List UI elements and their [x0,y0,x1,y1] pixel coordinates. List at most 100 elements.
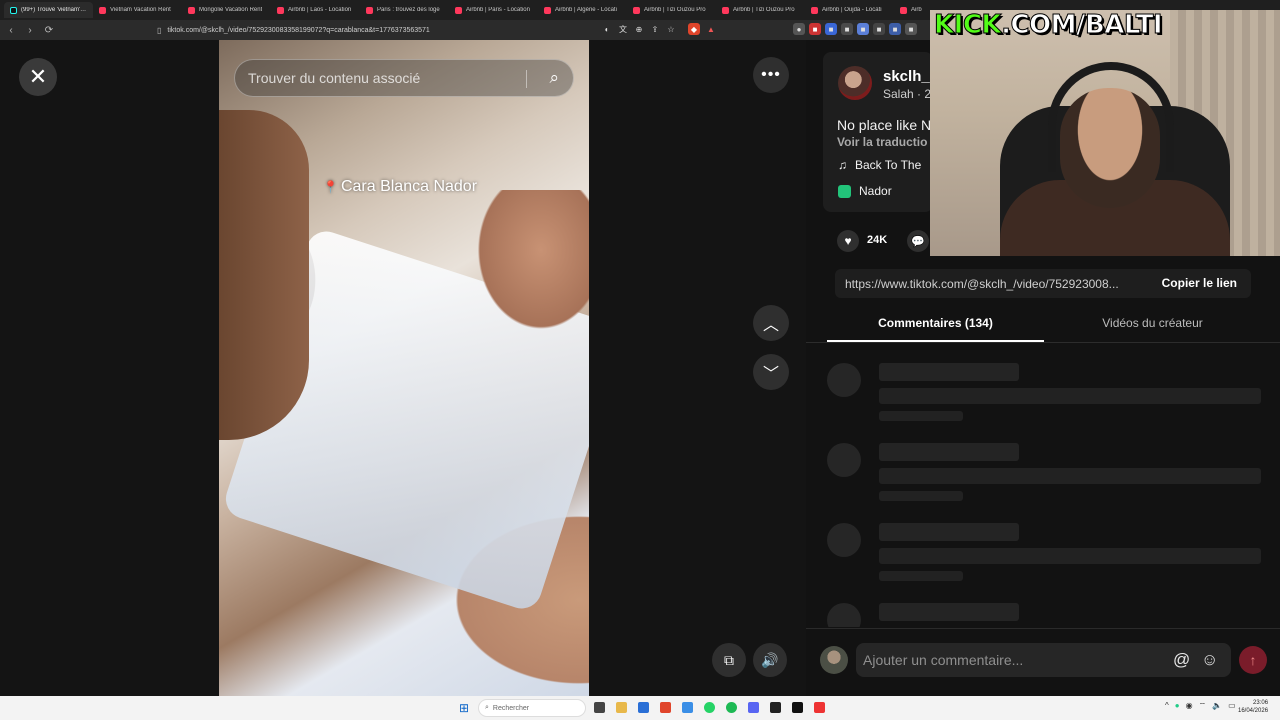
airbnb-icon [900,6,907,14]
copy-link-button[interactable]: Copier le lien [1162,276,1237,290]
app-icon[interactable] [682,702,693,713]
brave-shield-icon[interactable]: ◆ [688,23,700,35]
clock-date: 16/04/2026 [1238,708,1269,714]
related-search-input[interactable]: Trouver du contenu associé ⌕ [234,59,574,97]
skeleton-avatar [827,603,861,627]
system-tray[interactable]: ^ ● ◉ ⌔ 🔈 ▭ [1165,701,1236,711]
extension-icon[interactable]: ■ [889,23,901,35]
author-username[interactable]: skclh_ [883,68,930,85]
mention-icon[interactable]: @ [1173,650,1190,670]
picture-in-picture-icon[interactable]: ⧉ [712,643,746,677]
bookmark-icon[interactable]: ▯ [157,26,161,35]
taskbar-search[interactable]: ⌕ Rechercher [478,699,586,717]
volume-icon[interactable]: 🔊 [753,643,787,677]
kick-channel-watermark: KICK.COM/BALTI [933,10,1163,41]
browser-tab[interactable]: Airbnb | Oujda - Locati [805,2,894,18]
extension-icon[interactable]: ■ [841,23,853,35]
browser-tab-label: Airb [911,7,922,13]
browser-tab-label: Airbnb | Paris - Location [466,7,530,13]
tab-creator-videos[interactable]: Vidéos du créateur [1044,316,1261,330]
comment-icon[interactable]: 💬 [907,230,929,252]
skeleton-line [879,411,963,421]
tab-divider [806,342,1280,343]
windows-start-icon[interactable]: ⊞ [459,701,469,715]
music-note-icon: ♫ [838,158,847,172]
status-icon: ● [1174,701,1180,710]
airbnb-icon [544,6,551,14]
discord-icon[interactable] [748,702,759,713]
browser-tab[interactable]: Vietnam Vacation Rent [93,2,182,18]
more-options-icon[interactable]: ••• [753,57,789,93]
skeleton-line [879,571,963,581]
extension-icon[interactable]: ■ [825,23,837,35]
airbnb-icon [366,6,373,14]
comment-skeleton [827,443,1267,503]
search-icon[interactable]: ⌕ [549,68,559,88]
tab-comments[interactable]: Commentaires (134) [827,316,1044,330]
browser-tab[interactable]: Mongolie Vacation Rent [182,2,271,18]
reload-icon[interactable]: ⟳ [41,22,57,38]
chevron-up-icon[interactable]: ^ [1165,701,1169,711]
translate-icon[interactable]: 文 [617,23,629,35]
browser-tab[interactable]: (99+) Trouve 'vietnam' su [4,2,93,18]
place-link[interactable]: Nador [838,184,892,198]
brave-icon[interactable] [660,702,671,713]
airbnb-icon [722,6,729,14]
emoji-icon[interactable]: ☺ [1201,650,1218,670]
extension-icon[interactable]: ● [793,23,805,35]
browser-tab[interactable]: Airbnb | Algérie - Locati [538,2,627,18]
skeleton-avatar [827,363,861,397]
airbnb-icon [99,6,106,14]
location-tag-label: Cara Blanca Nador [340,178,478,195]
pin-icon: 📍 [323,180,338,194]
headphones-icon [1048,62,1174,172]
see-translation-link[interactable]: Voir la traductio [837,135,927,149]
user-avatar[interactable] [820,646,848,674]
volume-icon: 🔈 [1212,701,1223,710]
music-title: Back To The [855,158,922,172]
whatsapp-icon[interactable] [704,702,715,713]
share-link-text[interactable]: https://www.tiktok.com/@skclh_/video/752… [845,277,1145,291]
browser-tab[interactable]: Airbnb | Tizi Ouzou Pro [627,2,716,18]
extension-icon[interactable]: ■ [857,23,869,35]
music-link[interactable]: ♫ Back To The [838,158,921,172]
spotify-icon[interactable] [726,702,737,713]
zoom-icon[interactable]: ⊕ [633,23,645,35]
airbnb-icon [277,6,284,14]
browser-tab[interactable]: Airbnb | Laos - Location [271,2,360,18]
browser-tab-label: Vietnam Vacation Rent [110,7,171,13]
store-icon[interactable] [638,702,649,713]
star-icon[interactable]: ☆ [665,23,677,35]
chevron-down-icon[interactable]: ﹀ [753,354,789,390]
author-avatar[interactable] [838,66,872,100]
back-icon[interactable]: ‹ [3,22,19,38]
send-arrow-icon[interactable]: ↑ [1239,646,1267,674]
browser-tab[interactable]: Airbnb | Paris - Location [449,2,538,18]
browser-tab[interactable]: Airbnb | Tizi Ouzou Pro [716,2,805,18]
extension-icon[interactable]: ◐ [601,23,613,35]
extension-icon[interactable]: ■ [873,23,885,35]
extension-icon[interactable]: ■ [905,23,917,35]
notion-icon[interactable] [792,702,803,713]
rewards-icon[interactable]: ▲ [705,23,717,35]
file-explorer-icon[interactable] [616,702,627,713]
search-divider [526,70,527,88]
close-icon[interactable]: ✕ [19,58,57,96]
chevron-up-icon[interactable]: ︿ [753,305,789,341]
webcam-overlay [930,10,1280,256]
forward-icon[interactable]: › [22,22,38,38]
video-player[interactable] [219,40,589,696]
location-icon [838,184,851,198]
comment-skeleton [827,603,1267,627]
extension-icon[interactable]: ■ [809,23,821,35]
browser-tab-label: Airbnb | Algérie - Locati [555,7,617,13]
post-caption: No place like N [837,117,932,133]
video-frame-person-2 [469,190,589,340]
app-icon[interactable] [814,702,825,713]
task-view-icon[interactable] [594,702,605,713]
share-icon[interactable]: ⇪ [649,23,661,35]
heart-icon[interactable]: ♥ [837,230,859,252]
app-icon[interactable] [770,702,781,713]
comment-skeleton [827,363,1267,423]
browser-tab[interactable]: Paris : trouvez des loge [360,2,449,18]
